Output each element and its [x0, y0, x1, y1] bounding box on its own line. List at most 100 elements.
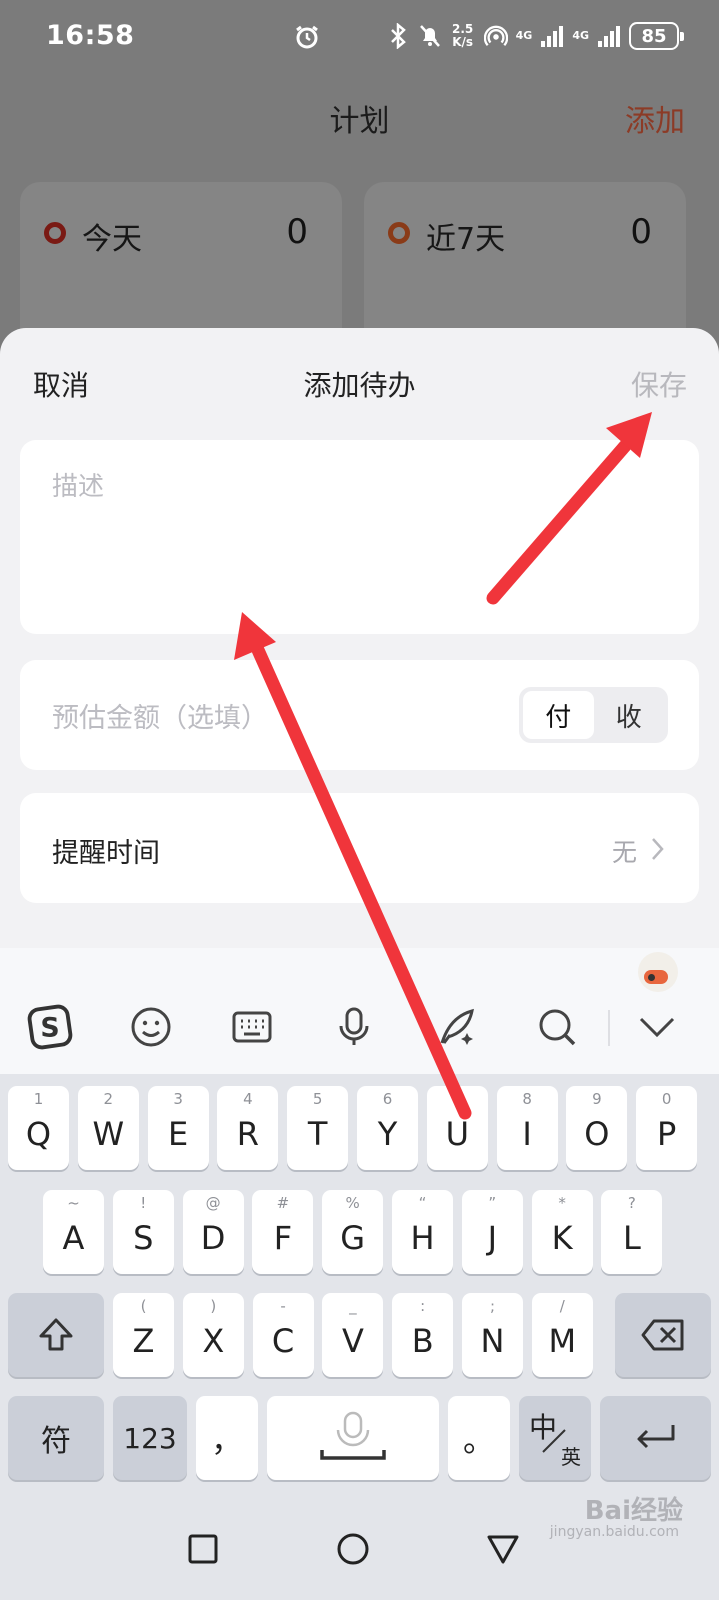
description-input[interactable]: [20, 440, 699, 634]
cancel-button[interactable]: 取消: [33, 364, 89, 404]
key-w[interactable]: 2W: [77, 1086, 139, 1170]
key-label: E: [167, 1115, 189, 1153]
emoji-icon[interactable]: [128, 1004, 174, 1050]
segment-receive[interactable]: 收: [594, 691, 665, 739]
key-label: Q: [25, 1115, 52, 1153]
handwriting-icon[interactable]: [433, 1004, 479, 1050]
signal-icon-2: [598, 26, 620, 47]
key-y[interactable]: 6Y: [357, 1086, 418, 1170]
key-secondary-label: ): [210, 1297, 217, 1315]
key-z[interactable]: (Z: [113, 1293, 174, 1377]
enter-icon: [637, 1425, 674, 1449]
watermark-url: jingyan.baidu.com: [549, 1524, 679, 1540]
key-f[interactable]: # F: [252, 1190, 314, 1274]
key-b[interactable]: :B: [392, 1293, 454, 1377]
key-k[interactable]: * K: [531, 1190, 593, 1274]
key-l[interactable]: ? L: [601, 1190, 663, 1274]
key-g[interactable]: % G: [322, 1190, 384, 1274]
backspace-key[interactable]: [615, 1293, 711, 1377]
add-button[interactable]: 添加: [625, 96, 685, 140]
segment-pay[interactable]: 付: [523, 691, 594, 739]
key-secondary-label: ;: [489, 1297, 496, 1315]
key-secondary-label: ”: [488, 1194, 497, 1212]
key-label: X: [202, 1322, 225, 1360]
key-j[interactable]: ” J: [461, 1190, 523, 1274]
sogou-logo-icon[interactable]: S: [27, 1004, 73, 1050]
background-app: 16:58 2.5 K/s 4G 4G 85 计划 添加 今天 0 近7天 0: [0, 0, 719, 362]
key-m[interactable]: / M: [531, 1293, 593, 1377]
amount-input[interactable]: 预估金额（选填）: [52, 696, 268, 735]
key-secondary-label: 6: [382, 1090, 393, 1108]
enter-key[interactable]: [600, 1396, 711, 1480]
key-secondary-label: /: [559, 1297, 565, 1315]
key-t[interactable]: 5T: [287, 1086, 349, 1170]
key-label: F: [273, 1219, 293, 1257]
mascot-icon[interactable]: [638, 952, 678, 992]
numbers-key-label: 123: [123, 1421, 177, 1455]
microphone-icon[interactable]: [331, 1004, 377, 1050]
key-secondary-label: (: [140, 1297, 147, 1315]
key-n[interactable]: ; N: [462, 1293, 523, 1377]
key-s[interactable]: ! S: [112, 1190, 174, 1274]
key-secondary-label: :: [420, 1297, 426, 1315]
language-switch-key[interactable]: 中 英: [519, 1396, 591, 1480]
key-secondary-label: _: [349, 1297, 357, 1315]
toolbar-divider: [608, 1010, 610, 1046]
key-secondary-label: %: [345, 1194, 360, 1212]
search-icon[interactable]: [534, 1004, 580, 1050]
card-count: 0: [286, 212, 308, 252]
key-v[interactable]: _ V: [322, 1293, 384, 1377]
shift-arrow-icon: [39, 1318, 73, 1351]
key-o[interactable]: 9O: [566, 1086, 628, 1170]
reminder-time-row[interactable]: 提醒时间 无: [20, 793, 699, 903]
keyboard-icon[interactable]: [229, 1004, 275, 1050]
key-label: L: [622, 1219, 641, 1257]
keyboard-toolbar: S: [0, 948, 719, 1074]
network-type-2: 4G: [572, 29, 589, 42]
key-h[interactable]: “H: [392, 1190, 453, 1274]
key-secondary-label: #: [276, 1194, 290, 1212]
comma-key[interactable]: ，: [196, 1396, 258, 1480]
back-icon[interactable]: [486, 1532, 520, 1566]
network-speed-unit: K/s: [452, 35, 474, 49]
key-a[interactable]: ~ A: [43, 1190, 104, 1274]
alarm-icon: [296, 25, 318, 49]
key-label: G: [340, 1219, 366, 1257]
key-label: T: [307, 1115, 328, 1153]
key-q[interactable]: 1Q: [8, 1086, 69, 1170]
key-label: O: [584, 1115, 610, 1153]
period-key[interactable]: 。: [448, 1396, 510, 1480]
key-label: R: [236, 1115, 259, 1153]
key-secondary-label: 7: [452, 1090, 463, 1108]
shift-key[interactable]: [8, 1293, 104, 1377]
sheet-title: 添加待办: [303, 369, 416, 402]
key-p[interactable]: 0P: [636, 1086, 698, 1170]
recents-icon[interactable]: [186, 1532, 220, 1566]
key-label: A: [62, 1219, 85, 1257]
key-u[interactable]: 7U: [426, 1086, 488, 1170]
space-key[interactable]: [267, 1396, 439, 1480]
save-button[interactable]: 保存: [631, 364, 687, 404]
status-dot-icon: [44, 222, 66, 244]
key-i[interactable]: 8I: [496, 1086, 558, 1170]
key-x[interactable]: ) X: [182, 1293, 244, 1377]
key-d[interactable]: @ D: [182, 1190, 244, 1274]
home-icon[interactable]: [336, 1532, 370, 1566]
amount-row[interactable]: 预估金额（选填） 付 收: [20, 660, 699, 770]
key-secondary-label: 0: [661, 1090, 672, 1108]
signal-icon: [541, 26, 564, 47]
key-label: I: [522, 1115, 532, 1153]
card-label: 近7天: [426, 222, 506, 257]
key-label: M: [548, 1322, 577, 1360]
reminder-label: 提醒时间: [52, 838, 160, 869]
key-label: H: [410, 1219, 435, 1257]
collapse-icon[interactable]: [634, 1004, 680, 1050]
numbers-key[interactable]: 123: [113, 1396, 187, 1480]
key-secondary-label: ?: [627, 1194, 636, 1212]
lang-key-sub: 英: [561, 1445, 581, 1469]
symbols-key[interactable]: 符: [8, 1396, 104, 1480]
key-r[interactable]: 4R: [217, 1086, 279, 1170]
key-secondary-label: ~: [67, 1194, 80, 1212]
key-e[interactable]: 3E: [147, 1086, 209, 1170]
key-c[interactable]: -C: [252, 1293, 314, 1377]
